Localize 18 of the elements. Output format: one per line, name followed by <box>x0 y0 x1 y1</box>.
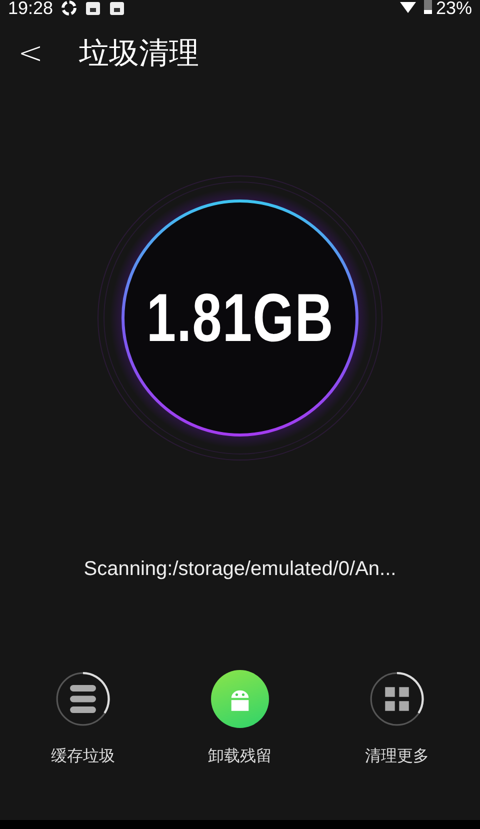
back-button[interactable]: < <box>14 36 48 70</box>
category-label: 清理更多 <box>365 746 429 767</box>
category-label: 卸载残留 <box>208 746 272 767</box>
battery-icon <box>424 0 432 16</box>
category-button[interactable] <box>54 670 112 728</box>
junk-size: 1.81GB <box>146 279 334 357</box>
grid-icon <box>385 687 409 711</box>
category-label: 缓存垃圾 <box>51 746 115 767</box>
page-title: 垃圾清理 <box>79 34 200 72</box>
category-button[interactable] <box>368 670 426 728</box>
robot-icon <box>231 690 249 711</box>
battery-percent: 23% <box>436 0 472 16</box>
notification-icon <box>109 0 126 16</box>
status-time: 19:28 <box>8 0 54 16</box>
sync-icon <box>61 0 78 16</box>
notification-icon <box>85 0 102 16</box>
scan-path: Scanning:/storage/emulated/0/An... <box>82 558 398 581</box>
list-icon <box>70 684 96 714</box>
